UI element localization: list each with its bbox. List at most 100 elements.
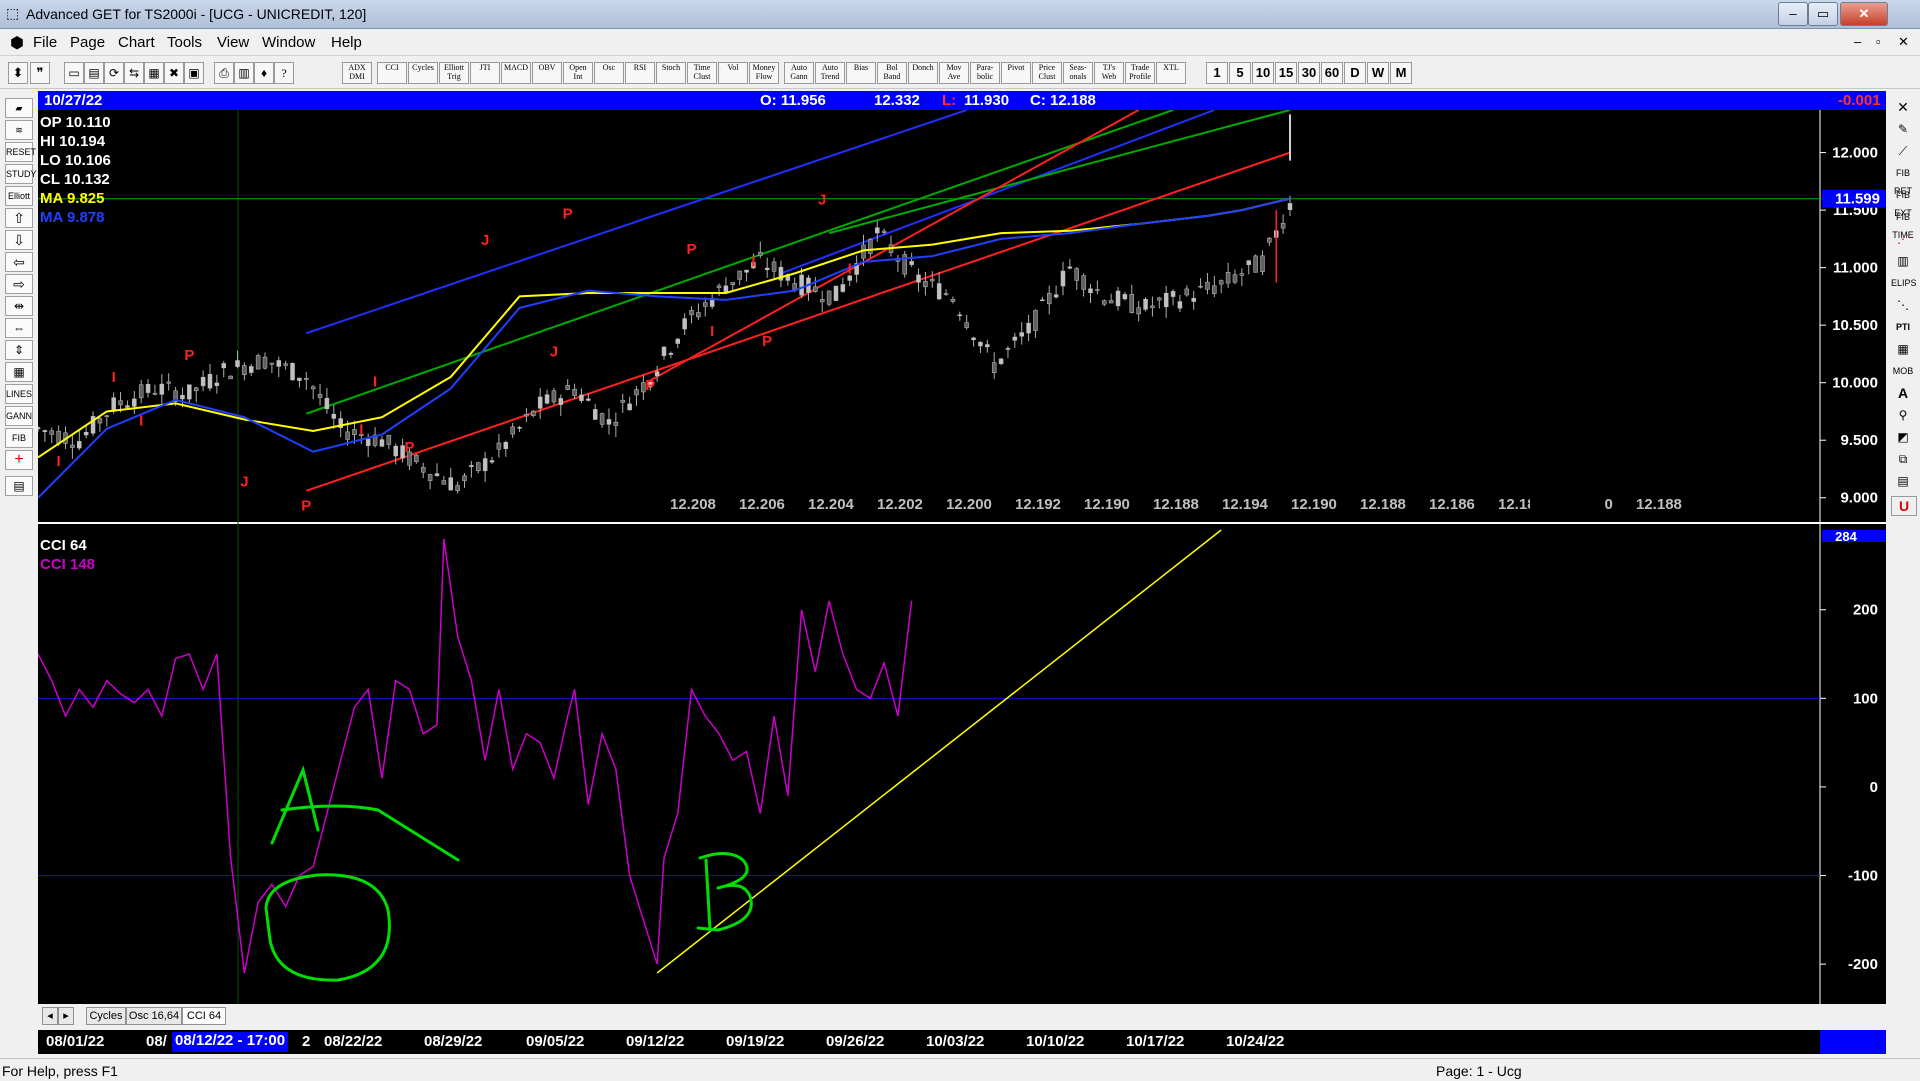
pti-icon[interactable]: PTI: [1891, 318, 1915, 336]
study-button[interactable]: Para-bolic: [970, 62, 1000, 84]
arrow-right-icon[interactable]: ⇨: [5, 274, 33, 294]
chart-area[interactable]: 12.000 11.500 11.000 10.500 10.000 9.500 9.000…: [38, 110, 1886, 1026]
help-icon[interactable]: ?: [274, 62, 294, 84]
mob-icon[interactable]: MOB: [1891, 362, 1915, 380]
pencil-icon[interactable]: ✎: [1891, 120, 1915, 138]
timeframe-button[interactable]: 1: [1206, 62, 1228, 84]
study-button[interactable]: Seas-onals: [1063, 62, 1093, 84]
menu-page[interactable]: Page: [70, 34, 105, 51]
study-button[interactable]: ADX DMI: [342, 62, 372, 84]
minimize-button[interactable]: –: [1778, 2, 1808, 26]
lines-icon[interactable]: LINES: [5, 384, 33, 404]
study-button[interactable]: Open Int: [563, 62, 593, 84]
inner-close-button[interactable]: ✕: [1898, 34, 1909, 50]
study-button[interactable]: Stoch: [656, 62, 686, 84]
fib-icon[interactable]: FIB: [5, 428, 33, 448]
inner-restore-button[interactable]: ▫: [1876, 34, 1881, 49]
study-button[interactable]: Trade Profile: [1125, 62, 1155, 84]
tab-scroll-right[interactable]: ▸: [58, 1007, 74, 1025]
timeframe-button[interactable]: D: [1344, 62, 1366, 84]
elliott-icon[interactable]: Elliott: [5, 186, 33, 206]
menu-chart[interactable]: Chart: [118, 34, 155, 51]
compress-icon[interactable]: ⇹: [5, 296, 33, 316]
page-setup-icon[interactable]: ▤: [5, 476, 33, 496]
timeframe-button[interactable]: 10: [1252, 62, 1274, 84]
new-page-icon[interactable]: ▭: [64, 62, 84, 84]
study-button[interactable]: Time Clust: [687, 62, 717, 84]
timeframe-button[interactable]: 30: [1298, 62, 1320, 84]
menu-view[interactable]: View: [217, 34, 249, 51]
list-icon[interactable]: ▤: [1891, 472, 1915, 490]
study-button[interactable]: RSI: [625, 62, 655, 84]
fib-ext-icon[interactable]: FIB EXT: [1891, 186, 1915, 218]
study-icon[interactable]: STUDY: [5, 164, 37, 184]
menu-window[interactable]: Window: [262, 34, 315, 51]
refresh-icon[interactable]: ⟳: [104, 62, 124, 84]
eraser-icon[interactable]: ◩: [1891, 428, 1915, 446]
text-tool-icon[interactable]: A: [1891, 384, 1915, 402]
wave-tool-icon[interactable]: ≋: [5, 120, 33, 140]
study-button[interactable]: JTI: [470, 62, 500, 84]
link-icon[interactable]: ⇆: [124, 62, 144, 84]
study-button[interactable]: Bias: [846, 62, 876, 84]
study-button[interactable]: Osc: [594, 62, 624, 84]
study-button[interactable]: Money Flow: [749, 62, 779, 84]
study-button[interactable]: Mov Ave: [939, 62, 969, 84]
study-button[interactable]: Cycles: [408, 62, 438, 84]
timeframe-button[interactable]: 60: [1321, 62, 1343, 84]
open-folder-icon[interactable]: ▰: [5, 98, 33, 118]
study-button[interactable]: XTL: [1156, 62, 1186, 84]
arrow-left-icon[interactable]: ⇦: [5, 252, 33, 272]
reset-icon[interactable]: RESET: [5, 142, 36, 162]
fib-time-icon[interactable]: FIB TIME: [1891, 208, 1915, 240]
layout-icon[interactable]: ▣: [184, 62, 204, 84]
study-button[interactable]: OBV: [532, 62, 562, 84]
study-button[interactable]: CCI: [377, 62, 407, 84]
grid-tool-icon[interactable]: ▦: [1891, 340, 1915, 358]
study-button[interactable]: Price Clust: [1032, 62, 1062, 84]
menu-file[interactable]: File: [33, 34, 57, 51]
vertical-scale-icon[interactable]: ⇕: [5, 340, 33, 360]
tab-cycles[interactable]: Cycles: [86, 1007, 126, 1025]
pointer-tool-icon[interactable]: ⬍: [8, 62, 28, 84]
inner-minimize-button[interactable]: –: [1854, 34, 1861, 49]
menu-tools[interactable]: Tools: [167, 34, 202, 51]
open-icon[interactable]: ▤: [84, 62, 104, 84]
arrow-down-icon[interactable]: ⇩: [5, 230, 33, 250]
crosshair-icon[interactable]: +: [5, 450, 33, 470]
study-button[interactable]: Donch: [908, 62, 938, 84]
trendline-icon[interactable]: ⟋: [1891, 142, 1915, 160]
study-button[interactable]: Vol: [718, 62, 748, 84]
print-icon[interactable]: ⎙: [214, 62, 234, 84]
tab-cci[interactable]: CCI 64: [182, 1007, 226, 1025]
study-button[interactable]: TJ's Web: [1094, 62, 1124, 84]
study-button[interactable]: Elliott Trig: [439, 62, 469, 84]
expand-icon[interactable]: ⇔: [5, 318, 33, 338]
cross-icon[interactable]: ✖: [164, 62, 184, 84]
close-x-icon[interactable]: ✕: [1891, 98, 1915, 116]
setup-icon[interactable]: ▥: [234, 62, 254, 84]
timeframe-button[interactable]: W: [1367, 62, 1389, 84]
channel-icon[interactable]: ▥: [1891, 252, 1915, 270]
study-button[interactable]: Bol Band: [877, 62, 907, 84]
undo-icon[interactable]: U: [1891, 496, 1917, 516]
copy-icon[interactable]: ⧉: [1891, 450, 1915, 468]
maximize-button[interactable]: ▭: [1808, 2, 1838, 26]
menu-help[interactable]: Help: [331, 34, 362, 51]
quote-icon[interactable]: ❞: [30, 62, 50, 84]
grid-icon[interactable]: ▦: [144, 62, 164, 84]
study-button[interactable]: Pivot: [1001, 62, 1031, 84]
ellipse-icon[interactable]: ELIPS: [1891, 274, 1917, 292]
timeframe-button[interactable]: 15: [1275, 62, 1297, 84]
tab-osc[interactable]: Osc 16,64: [126, 1007, 182, 1025]
study-button[interactable]: Auto Gann: [784, 62, 814, 84]
timeframe-button[interactable]: M: [1390, 62, 1412, 84]
arrow-up-icon[interactable]: ⇧: [5, 208, 33, 228]
tab-scroll-left[interactable]: ◂: [42, 1007, 58, 1025]
fan-icon[interactable]: ⋰: [1891, 230, 1915, 248]
study-button[interactable]: Auto Trend: [815, 62, 845, 84]
gann-fan-icon[interactable]: ⋱: [1891, 296, 1915, 314]
study-button[interactable]: MACD: [501, 62, 531, 84]
gann-icon[interactable]: GANN: [5, 406, 33, 426]
bulb-icon[interactable]: ♦: [254, 62, 274, 84]
